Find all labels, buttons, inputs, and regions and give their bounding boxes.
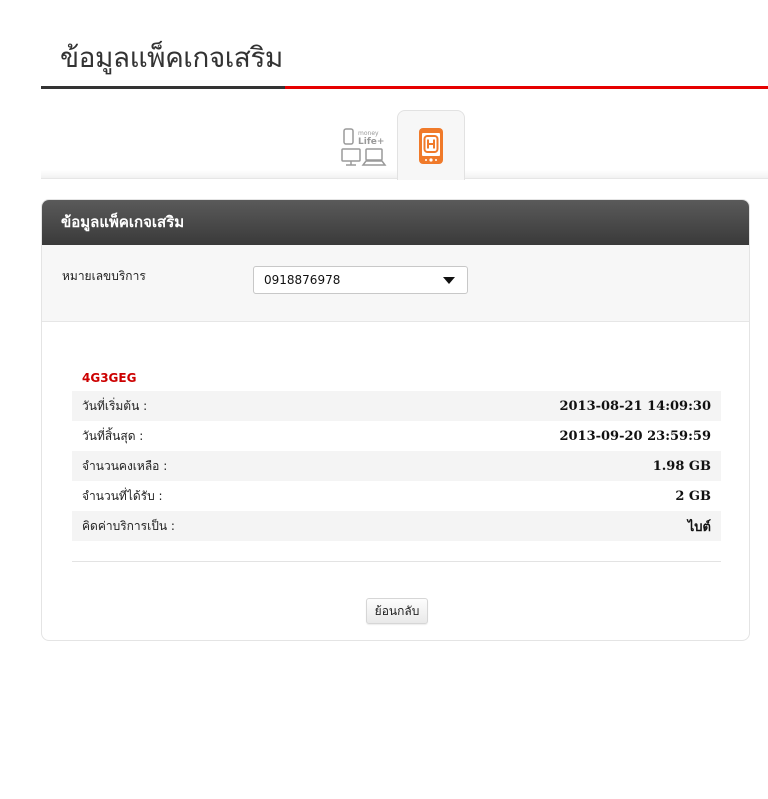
detail-row-billing-unit: คิดค่าบริการเป็น : ไบต์ bbox=[72, 511, 721, 541]
detail-label: วันที่สิ้นสุด : bbox=[82, 428, 144, 443]
detail-row-remaining: จำนวนคงเหลือ : 1.98 GB bbox=[72, 451, 721, 481]
tab-money-label: money bbox=[358, 130, 379, 137]
package-details: วันที่เริ่มต้น : 2013-08-21 14:09:30 วัน… bbox=[72, 391, 721, 541]
detail-label: คิดค่าบริการเป็น : bbox=[82, 518, 175, 533]
tab-money-sublabel: Life+ bbox=[358, 137, 384, 147]
detail-label: จำนวนที่ได้รับ : bbox=[82, 488, 163, 503]
detail-value: ไบต์ bbox=[687, 519, 711, 535]
detail-row-start: วันที่เริ่มต้น : 2013-08-21 14:09:30 bbox=[72, 391, 721, 421]
service-number-select[interactable]: 0918876978 bbox=[253, 266, 468, 294]
package-panel: ข้อมูลแพ็คเกจเสริม หมายเลขบริการ 0918876… bbox=[41, 199, 750, 641]
chevron-down-icon bbox=[443, 277, 455, 284]
detail-value: 1.98 GB bbox=[652, 458, 711, 474]
title-rule bbox=[41, 86, 768, 89]
panel-header: ข้อมูลแพ็คเกจเสริม bbox=[42, 200, 749, 245]
detail-row-end: วันที่สิ้นสุด : 2013-09-20 23:59:59 bbox=[72, 421, 721, 451]
detail-value: 2013-08-21 14:09:30 bbox=[559, 398, 711, 414]
tab-money-life[interactable]: money Life+ bbox=[330, 118, 398, 178]
tab-mobile[interactable] bbox=[397, 110, 465, 180]
service-number-row: หมายเลขบริการ 0918876978 bbox=[42, 245, 749, 322]
back-button[interactable]: ย้อนกลับ bbox=[366, 598, 428, 624]
divider bbox=[72, 561, 721, 562]
detail-label: จำนวนคงเหลือ : bbox=[82, 458, 168, 473]
detail-row-received: จำนวนที่ได้รับ : 2 GB bbox=[72, 481, 721, 511]
page-title: ข้อมูลแพ็คเกจเสริม bbox=[60, 41, 283, 74]
money-life-icon: money Life+ bbox=[341, 128, 387, 166]
detail-label: วันที่เริ่มต้น : bbox=[82, 398, 148, 413]
service-number-value: 0918876978 bbox=[264, 273, 341, 287]
mobile-h-icon bbox=[419, 127, 443, 164]
service-number-label: หมายเลขบริการ bbox=[62, 269, 146, 283]
detail-value: 2 GB bbox=[675, 488, 711, 504]
detail-value: 2013-09-20 23:59:59 bbox=[559, 428, 711, 444]
package-name: 4G3GEG bbox=[82, 371, 137, 385]
